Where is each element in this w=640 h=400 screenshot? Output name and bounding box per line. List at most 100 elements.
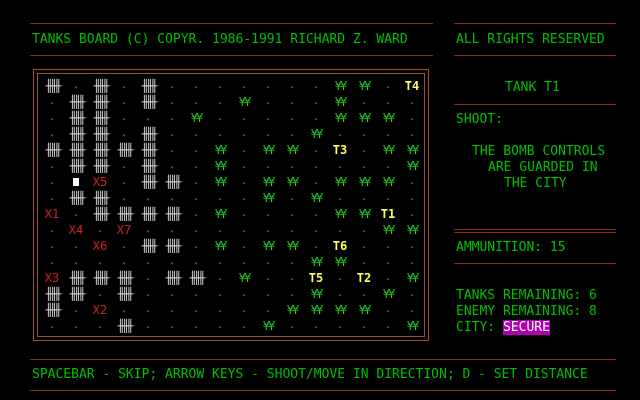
open-ground: . xyxy=(312,224,320,235)
open-ground: . xyxy=(144,112,152,123)
city-building-icon: ╫╫╫ xyxy=(69,159,86,173)
game-board[interactable]: ╫╫╫. ╫╫╫. ╫╫╫....... ¥¥ ¥¥. T4. ╫╫╫ ╫╫╫. ╫╫╫... ¥… xyxy=(33,69,429,341)
enemy-remaining-text: ENEMY REMAINING: 8 xyxy=(456,304,597,319)
tree-icon: ¥¥ xyxy=(262,143,275,157)
open-ground: . xyxy=(192,240,200,251)
open-ground: . xyxy=(192,144,200,155)
open-ground: . xyxy=(48,128,56,139)
open-ground: . xyxy=(120,80,128,91)
open-ground: . xyxy=(408,256,416,267)
city-building-icon: ╫╫╫ xyxy=(93,191,110,205)
city-building-icon: ╫╫╫ xyxy=(69,127,86,141)
open-ground: . xyxy=(192,320,200,331)
open-ground: . xyxy=(192,80,200,91)
city-building-icon: ╫╫╫ xyxy=(117,271,134,285)
open-ground: . xyxy=(408,240,416,251)
open-ground: . xyxy=(360,256,368,267)
tree-icon: ¥¥ xyxy=(286,239,299,253)
side-rule-1 xyxy=(454,104,616,105)
city-building-icon: ╫╫╫ xyxy=(117,319,134,333)
footer-help: SPACEBAR - SKIP; ARROW KEYS - SHOOT/MOVE… xyxy=(32,367,588,382)
tree-icon: ¥¥ xyxy=(262,239,275,253)
open-ground: . xyxy=(360,192,368,203)
tree-icon: ¥¥ xyxy=(406,319,419,333)
city-building-icon: ╫╫╫ xyxy=(165,239,182,253)
city-building-icon: ╫╫╫ xyxy=(45,287,62,301)
open-ground: . xyxy=(216,320,224,331)
open-ground: . xyxy=(168,96,176,107)
tree-icon: ¥¥ xyxy=(310,191,323,205)
city-building-icon: ╫╫╫ xyxy=(117,143,134,157)
open-ground: . xyxy=(216,80,224,91)
open-ground: . xyxy=(408,176,416,187)
header-bottom-rule xyxy=(30,55,433,56)
open-ground: . xyxy=(216,96,224,107)
rights-bottom-rule xyxy=(454,55,616,56)
open-ground: . xyxy=(360,144,368,155)
tree-icon: ¥¥ xyxy=(238,271,251,285)
city-building-icon: ╫╫╫ xyxy=(45,143,62,157)
tree-icon: ¥¥ xyxy=(358,175,371,189)
open-ground: . xyxy=(48,192,56,203)
open-ground: . xyxy=(96,256,104,267)
open-ground: . xyxy=(312,80,320,91)
city-building-icon: ╫╫╫ xyxy=(141,207,158,221)
message-line-1: THE BOMB CONTROLS xyxy=(472,144,606,159)
open-ground: . xyxy=(192,304,200,315)
open-ground: . xyxy=(216,256,224,267)
tree-icon: ¥¥ xyxy=(382,111,395,125)
city-building-icon: ╫╫╫ xyxy=(45,303,62,317)
open-ground: . xyxy=(408,208,416,219)
city-building-icon: ╫╫╫ xyxy=(141,159,158,173)
open-ground: . xyxy=(120,176,128,187)
city-building-icon: ╫╫╫ xyxy=(93,127,110,141)
city-building-icon: ╫╫╫ xyxy=(69,95,86,109)
city-building-icon: ╫╫╫ xyxy=(141,79,158,93)
open-ground: . xyxy=(192,160,200,171)
tree-icon: ¥¥ xyxy=(310,287,323,301)
city-building-icon: ╫╫╫ xyxy=(165,207,182,221)
rights-text: ALL RIGHTS RESERVED xyxy=(456,32,605,47)
tank-t5: T5 xyxy=(308,271,324,285)
city-building-icon: ╫╫╫ xyxy=(93,79,110,93)
side-rule-4 xyxy=(454,263,616,264)
city-building-icon: ╫╫╫ xyxy=(141,143,158,157)
enemy-x7: X7 xyxy=(116,223,132,237)
open-ground: . xyxy=(120,304,128,315)
city-building-icon: ╫╫╫ xyxy=(93,143,110,157)
open-ground: . xyxy=(168,80,176,91)
tree-icon: ¥¥ xyxy=(382,143,395,157)
open-ground: . xyxy=(216,304,224,315)
city-building-icon: ╫╫╫ xyxy=(69,287,86,301)
open-ground: . xyxy=(240,144,248,155)
open-ground: . xyxy=(240,320,248,331)
enemy-x4: X4 xyxy=(68,223,84,237)
city-building-icon: ╫╫╫ xyxy=(45,79,62,93)
open-ground: . xyxy=(240,176,248,187)
city-building-icon: ╫╫╫ xyxy=(189,271,206,285)
open-ground: . xyxy=(384,96,392,107)
tree-icon: ¥¥ xyxy=(334,255,347,269)
open-ground: . xyxy=(384,160,392,171)
open-ground: . xyxy=(264,80,272,91)
city-building-icon: ╫╫╫ xyxy=(93,207,110,221)
open-ground: . xyxy=(336,128,344,139)
open-ground: . xyxy=(144,256,152,267)
header-top-rule xyxy=(30,23,433,24)
open-ground: . xyxy=(288,96,296,107)
open-ground: . xyxy=(168,256,176,267)
open-ground: . xyxy=(288,128,296,139)
open-ground: . xyxy=(120,112,128,123)
tree-icon: ¥¥ xyxy=(286,303,299,317)
open-ground: . xyxy=(48,176,56,187)
open-ground: . xyxy=(72,304,80,315)
tree-icon: ¥¥ xyxy=(310,127,323,141)
open-ground: . xyxy=(168,192,176,203)
shoot-label: SHOOT: xyxy=(456,112,503,127)
open-ground: . xyxy=(360,320,368,331)
tree-icon: ¥¥ xyxy=(334,207,347,221)
tree-icon: ¥¥ xyxy=(214,239,227,253)
open-ground: . xyxy=(384,256,392,267)
open-ground: . xyxy=(120,256,128,267)
open-ground: . xyxy=(120,192,128,203)
